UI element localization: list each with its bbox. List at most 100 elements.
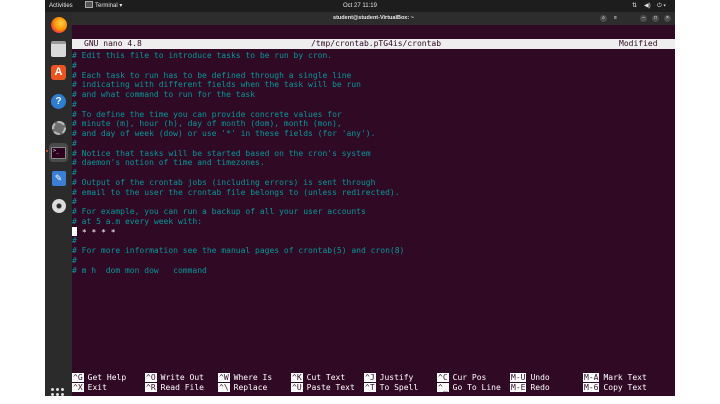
shortcut-item[interactable]: ^G Get Help bbox=[72, 373, 126, 383]
editor-line: # m h dom mon dow command bbox=[72, 265, 207, 275]
shortcut-label: Undo bbox=[530, 373, 550, 382]
top-bar: Activities Terminal ▾ Oct 27 11:19 ⇅ ◀) … bbox=[45, 0, 675, 12]
shortcut-key: ^\ bbox=[218, 383, 230, 392]
dock-terminal[interactable]: >_ bbox=[49, 143, 68, 162]
shortcut-key: ^J bbox=[364, 373, 376, 382]
shortcut-item[interactable]: ^R Read File bbox=[145, 383, 204, 393]
shortcut-item[interactable]: ^O Write Out bbox=[145, 373, 204, 383]
shortcut-key: ^X bbox=[72, 383, 84, 392]
shortcut-label: Get Help bbox=[87, 373, 127, 382]
help-icon: ? bbox=[51, 94, 66, 109]
editor-line: # Edit this file to introduce tasks to b… bbox=[72, 51, 333, 60]
desktop-screen: Activities Terminal ▾ Oct 27 11:19 ⇅ ◀) … bbox=[45, 0, 675, 396]
dock-text-editor[interactable]: ✎ bbox=[49, 169, 68, 188]
activities-button[interactable]: Activities bbox=[49, 0, 73, 12]
shortcut-item[interactable]: ^U Paste Text bbox=[291, 383, 355, 393]
shortcut-label: Go To Line bbox=[452, 383, 501, 392]
dock-dvd[interactable] bbox=[49, 196, 68, 215]
shortcut-item[interactable]: M-E Redo bbox=[510, 383, 550, 393]
shortcut-item[interactable]: ^_ Go To Line bbox=[437, 383, 501, 393]
editor-line: # Output of the crontab jobs (including … bbox=[72, 177, 376, 187]
editor-line: # Notice that tasks will be started base… bbox=[72, 148, 371, 158]
dock-files[interactable] bbox=[49, 39, 68, 58]
editor-line: # and day of week (dow) or use '*' in th… bbox=[72, 129, 376, 138]
shortcut-key: M-6 bbox=[583, 383, 600, 392]
shortcut-label: Redo bbox=[530, 383, 550, 392]
terminal-titlebar[interactable]: ⌕ ≡ student@student-VirtualBox: ~ – □ × bbox=[72, 12, 675, 25]
chevron-down-icon: ▾ bbox=[119, 3, 123, 9]
editor-line: # and what command to run for the task bbox=[72, 90, 256, 99]
shortcut-key: ^G bbox=[72, 373, 84, 382]
editor-line: # bbox=[72, 60, 77, 70]
shortcut-label: Write Out bbox=[160, 373, 204, 382]
shortcut-key: M-A bbox=[583, 373, 600, 382]
cursor-line-text: * * * * bbox=[77, 227, 116, 237]
editor-line: # bbox=[72, 197, 77, 207]
shortcut-label: Paste Text bbox=[306, 383, 355, 392]
files-icon bbox=[51, 40, 66, 57]
power-icon[interactable]: ⏻ ▾ bbox=[657, 0, 666, 12]
dock-firefox[interactable] bbox=[49, 15, 68, 34]
editor-line: # Each task to run has to be defined thr… bbox=[72, 70, 352, 80]
shortcut-item[interactable]: ^W Where Is bbox=[218, 373, 272, 383]
clock[interactable]: Oct 27 11:19 bbox=[343, 0, 377, 12]
dvd-icon bbox=[51, 198, 66, 213]
editor-line: # To define the time you can provide con… bbox=[72, 109, 342, 119]
volume-icon[interactable]: ◀) bbox=[644, 0, 651, 12]
shortcut-item[interactable]: ^J Justify bbox=[364, 373, 413, 383]
nano-editor[interactable]: GNU nano 4.8 /tmp/crontab.pTG4is/crontab… bbox=[72, 25, 675, 396]
editor-line: # bbox=[72, 138, 77, 148]
shortcut-item[interactable]: M-A Mark Text bbox=[583, 373, 647, 383]
shortcut-item[interactable]: M-U Undo bbox=[510, 373, 550, 383]
shortcut-item[interactable]: M-6 Copy Text bbox=[583, 383, 647, 393]
dock-software[interactable]: A bbox=[49, 63, 68, 82]
shortcut-item[interactable]: ^T To Spell bbox=[364, 383, 418, 393]
dock-help[interactable]: ? bbox=[49, 92, 68, 111]
editor-line: # bbox=[72, 255, 77, 265]
shortcut-label: Justify bbox=[379, 373, 414, 382]
maximize-icon[interactable]: □ bbox=[652, 15, 659, 22]
minimize-icon[interactable]: – bbox=[640, 15, 647, 22]
shortcut-item[interactable]: ^C Cur Pos bbox=[437, 373, 486, 383]
settings-icon bbox=[51, 120, 66, 135]
dock: A ? >_ ✎ bbox=[45, 12, 72, 396]
shortcut-label: Mark Text bbox=[603, 373, 647, 382]
nano-filename: /tmp/crontab.pTG4is/crontab bbox=[311, 39, 442, 48]
shortcut-key: ^_ bbox=[437, 383, 449, 392]
terminal-small-icon bbox=[85, 1, 93, 8]
shortcut-item[interactable]: ^K Cut Text bbox=[291, 373, 345, 383]
terminal-icon: >_ bbox=[51, 146, 66, 159]
editor-line: * * * * bbox=[72, 226, 116, 237]
nano-status: Modified bbox=[619, 39, 658, 48]
network-icon[interactable]: ⇅ bbox=[632, 0, 637, 12]
editor-line: # daemon's notion of time and timezones. bbox=[72, 158, 265, 168]
editor-line: # email to the user the crontab file bel… bbox=[72, 187, 400, 197]
firefox-icon bbox=[50, 16, 67, 33]
dock-settings[interactable] bbox=[49, 118, 68, 137]
shortcut-label: Where Is bbox=[233, 373, 273, 382]
shortcut-item[interactable]: ^X Exit bbox=[72, 383, 107, 393]
shortcut-label: Cur Pos bbox=[452, 373, 487, 382]
text-editor-icon: ✎ bbox=[51, 171, 66, 186]
shortcut-key: ^K bbox=[291, 373, 303, 382]
shortcut-key: ^O bbox=[145, 373, 157, 382]
active-indicator bbox=[46, 150, 48, 152]
app-menu[interactable]: Terminal ▾ bbox=[85, 0, 122, 12]
shortcut-key: M-U bbox=[510, 373, 527, 382]
shortcut-key: M-E bbox=[510, 383, 527, 392]
shortcut-label: Replace bbox=[233, 383, 268, 392]
editor-line: # For more information see the manual pa… bbox=[72, 246, 405, 255]
close-icon[interactable]: × bbox=[664, 15, 671, 22]
editor-line: # bbox=[72, 236, 77, 246]
editor-line: # minute (m), hour (h), day of month (do… bbox=[72, 119, 342, 129]
nano-header: GNU nano 4.8 /tmp/crontab.pTG4is/crontab… bbox=[72, 39, 675, 49]
editor-line: # bbox=[72, 168, 77, 177]
shortcut-key: ^T bbox=[364, 383, 376, 392]
editor-line: # indicating with different fields when … bbox=[72, 80, 361, 90]
shortcut-key: ^C bbox=[437, 373, 449, 382]
terminal-window: ⌕ ≡ student@student-VirtualBox: ~ – □ × … bbox=[72, 12, 675, 396]
shortcut-item[interactable]: ^\ Replace bbox=[218, 383, 267, 393]
shortcut-label: Read File bbox=[160, 383, 204, 392]
show-applications-button[interactable] bbox=[51, 388, 64, 396]
shortcut-key: ^W bbox=[218, 373, 230, 382]
